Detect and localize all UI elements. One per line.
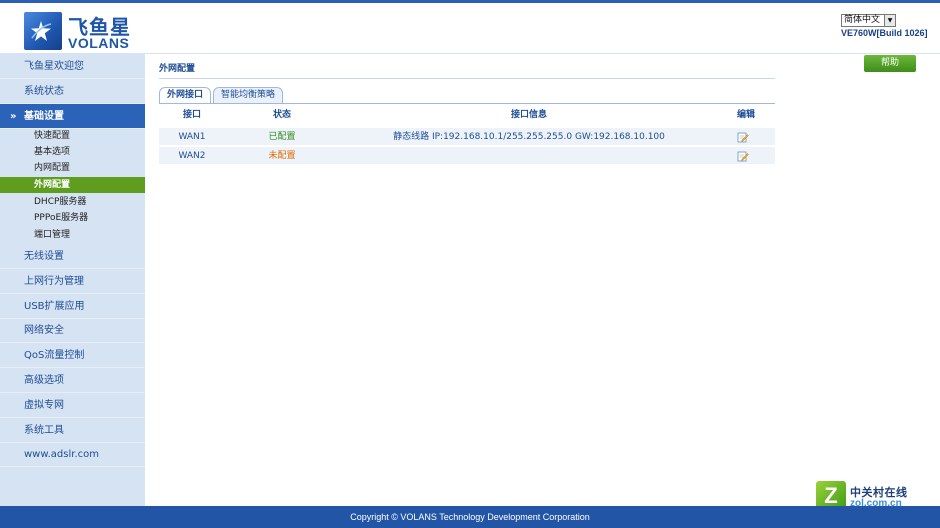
column-header-status: 状态 <box>272 110 291 120</box>
sidebar-item-network-security[interactable]: 网络安全 <box>0 318 145 343</box>
submenu-quick-config[interactable]: 快速配置 <box>0 128 145 144</box>
column-header-info: 接口信息 <box>510 110 547 120</box>
submenu-port-management[interactable]: 端口管理 <box>0 227 145 243</box>
volans-logo[interactable] <box>24 12 62 50</box>
column-header-edit: 编辑 <box>736 110 755 120</box>
sidebar-item-label: 基础设置 <box>24 111 64 122</box>
sidebar-item-usb[interactable]: USB扩展应用 <box>0 294 145 319</box>
edit-icon[interactable] <box>737 150 749 162</box>
header: 飞鱼星 VOLANS 简体中文 ▼ VE760W[Build 1026] <box>0 0 940 54</box>
star-swoosh-icon <box>31 21 52 41</box>
chevron-down-icon: ▼ <box>884 15 895 26</box>
sidebar-item-qos[interactable]: QoS流量控制 <box>0 343 145 368</box>
table-row: WAN2 未配置 <box>159 147 775 165</box>
firmware-version: VE760W[Build 1026] <box>841 28 928 38</box>
title-divider <box>159 78 775 79</box>
interface-info <box>339 147 719 165</box>
tab-wan-interface[interactable]: 外网接口 <box>159 87 211 103</box>
sidebar-item-vpn[interactable]: 虚拟专网 <box>0 393 145 418</box>
sidebar: 飞鱼星欢迎您 系统状态 » 基础设置 快速配置 基本选项 内网配置 外网配置 D… <box>0 54 145 506</box>
sidebar-item-basic-settings[interactable]: » 基础设置 <box>0 104 145 129</box>
sidebar-item-welcome[interactable]: 飞鱼星欢迎您 <box>0 54 145 79</box>
submenu-basic-options[interactable]: 基本选项 <box>0 144 145 160</box>
double-chevron-down-icon: » <box>10 111 17 122</box>
page-title: 外网配置 <box>159 64 196 74</box>
port-name: WAN1 <box>178 132 206 142</box>
submenu-dhcp-server[interactable]: DHCP服务器 <box>0 194 145 210</box>
status-badge: 已配置 <box>268 132 296 142</box>
sidebar-item-system-tools[interactable]: 系统工具 <box>0 418 145 443</box>
help-button[interactable]: 帮助 <box>864 55 916 72</box>
status-badge: 未配置 <box>268 151 296 161</box>
main-content: 外网配置 帮助 外网接口 智能均衡策略 接口 状态 接口信息 编辑 WAN1 已… <box>145 54 940 506</box>
column-header-port: 接口 <box>182 110 201 120</box>
footer: Copyright © VOLANS Technology Developmen… <box>0 506 940 528</box>
sidebar-item-website-link[interactable]: www.adslr.com <box>0 442 145 467</box>
table-row: WAN1 已配置 静态线路 IP:192.168.10.1/255.255.25… <box>159 128 775 146</box>
interface-info: 静态线路 IP:192.168.10.1/255.255.255.0 GW:19… <box>393 132 665 142</box>
language-select[interactable]: 简体中文 ▼ <box>841 14 896 27</box>
brand-name-en: VOLANS <box>68 35 130 51</box>
port-name: WAN2 <box>178 151 206 161</box>
copyright-text: Copyright © VOLANS Technology Developmen… <box>350 512 590 522</box>
submenu-wan-config[interactable]: 外网配置 <box>0 177 145 193</box>
sidebar-item-wireless[interactable]: 无线设置 <box>0 244 145 269</box>
sidebar-item-behavior-management[interactable]: 上网行为管理 <box>0 269 145 294</box>
sidebar-item-system-status[interactable]: 系统状态 <box>0 79 145 104</box>
tab-divider <box>159 103 775 104</box>
edit-icon[interactable] <box>737 131 749 143</box>
submenu-lan-config[interactable]: 内网配置 <box>0 160 145 176</box>
sidebar-item-advanced[interactable]: 高级选项 <box>0 368 145 393</box>
tab-load-balance-policy[interactable]: 智能均衡策略 <box>213 87 283 103</box>
language-value: 简体中文 <box>844 15 881 25</box>
submenu-pppoe-server[interactable]: PPPoE服务器 <box>0 210 145 226</box>
